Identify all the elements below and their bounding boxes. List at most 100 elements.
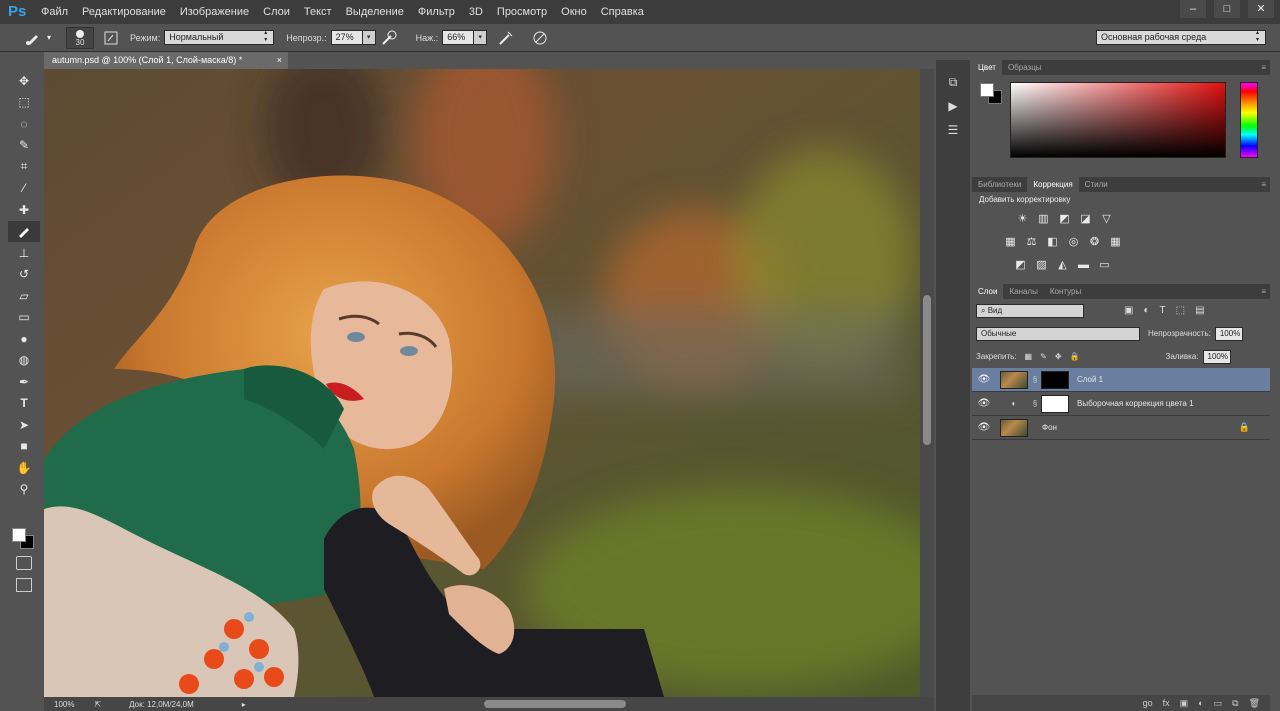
threshold-icon[interactable]: ◭ — [1052, 255, 1073, 274]
workspace-dropdown[interactable]: Основная рабочая среда — [1096, 30, 1266, 45]
tab-color[interactable]: Цвет — [972, 60, 1002, 75]
vertical-scroll-thumb[interactable] — [923, 295, 931, 445]
properties-panel-icon[interactable]: ☰ — [936, 118, 970, 142]
zoom-tool-icon[interactable]: ⚲ — [8, 479, 40, 501]
pressure-size-icon[interactable] — [529, 27, 551, 49]
new-group-icon[interactable]: ▭ — [1214, 698, 1223, 709]
airbrush-icon[interactable] — [378, 27, 400, 49]
add-mask-icon[interactable]: ▣ — [1180, 698, 1189, 709]
history-panel-icon[interactable]: ⧉ — [936, 70, 970, 94]
tab-styles[interactable]: Стили — [1079, 177, 1114, 192]
marquee-tool-icon[interactable]: ⬚ — [8, 92, 40, 114]
close-document-icon[interactable]: × — [277, 52, 282, 69]
dodge-tool-icon[interactable]: ◍ — [8, 350, 40, 372]
layer-opacity-input[interactable]: 100% — [1214, 326, 1243, 341]
flow-input[interactable]: 66% — [442, 30, 475, 45]
lock-position-icon[interactable]: ✥ — [1055, 352, 1062, 361]
move-tool-icon[interactable]: ✥ — [8, 70, 40, 92]
filter-type-icon[interactable]: T — [1160, 305, 1166, 316]
lock-transparent-icon[interactable]: ▦ — [1025, 352, 1033, 361]
crop-tool-icon[interactable]: ⌗ — [8, 156, 40, 178]
layer-row[interactable]: 👁 Фон 🔒 — [972, 416, 1270, 440]
layer-row[interactable]: 👁 ◐ § Выборочная коррекция цвета 1 — [972, 392, 1270, 416]
opacity-input[interactable]: 27% — [330, 30, 363, 45]
blur-tool-icon[interactable]: ● — [8, 328, 40, 350]
mode-dropdown[interactable]: Нормальный — [164, 30, 275, 45]
hue-slider[interactable] — [1240, 82, 1258, 158]
hue-saturation-icon[interactable]: ▦ — [1000, 232, 1021, 251]
layer-filter-dropdown[interactable]: ⌕ Вид — [976, 303, 1084, 318]
brightness-icon[interactable]: ☀ — [1012, 209, 1033, 228]
panel-menu-icon[interactable]: ≡ — [1261, 284, 1266, 299]
layer-name[interactable]: Выборочная коррекция цвета 1 — [1077, 399, 1194, 408]
brush-preset-arrow-icon[interactable]: ▾ — [44, 27, 54, 49]
menu-filter[interactable]: Фильтр — [411, 0, 462, 24]
minimize-button[interactable]: – — [1180, 0, 1206, 18]
layer-mask-thumbnail[interactable] — [1041, 370, 1069, 389]
history-brush-tool-icon[interactable]: ↺ — [8, 264, 40, 286]
brush-panel-icon[interactable] — [100, 27, 122, 49]
menu-file[interactable]: Файл — [34, 0, 75, 24]
visibility-eye-icon[interactable]: 👁 — [972, 374, 996, 385]
layer-fill-input[interactable]: 100% — [1202, 349, 1231, 364]
close-window-button[interactable]: ✕ — [1248, 0, 1274, 18]
export-icon[interactable]: ⇱ — [94, 700, 101, 709]
tab-paths[interactable]: Контуры — [1044, 284, 1087, 299]
layer-mask-thumbnail[interactable] — [1041, 394, 1069, 413]
new-layer-icon[interactable]: ⧉ — [1232, 698, 1238, 709]
brush-tool-icon[interactable] — [8, 220, 40, 242]
vibrance-icon[interactable]: ▽ — [1096, 209, 1117, 228]
fx-icon[interactable]: fx — [1163, 698, 1170, 708]
color-lookup-icon[interactable]: ▦ — [1105, 232, 1126, 251]
status-menu-arrow-icon[interactable]: ▸ — [242, 700, 246, 709]
gradient-map-icon[interactable]: ▬ — [1073, 255, 1094, 274]
layer-row[interactable]: 👁 § Слой 1 — [972, 368, 1270, 392]
menu-view[interactable]: Просмотр — [490, 0, 554, 24]
brush-size-picker[interactable]: 30 — [66, 26, 94, 49]
menu-text[interactable]: Текст — [297, 0, 339, 24]
lock-pixels-icon[interactable]: ✎ — [1040, 352, 1047, 361]
menu-image[interactable]: Изображение — [173, 0, 256, 24]
lasso-tool-icon[interactable]: ◌ — [8, 113, 40, 135]
color-field[interactable] — [1010, 82, 1226, 158]
menu-edit[interactable]: Редактирование — [75, 0, 173, 24]
photo-filter-icon[interactable]: ◎ — [1063, 232, 1084, 251]
black-white-icon[interactable]: ◧ — [1042, 232, 1063, 251]
path-select-tool-icon[interactable]: ➤ — [8, 414, 40, 436]
menu-layers[interactable]: Слои — [256, 0, 297, 24]
opacity-slider-arrow-icon[interactable]: ▾ — [362, 30, 376, 45]
visibility-eye-icon[interactable]: 👁 — [972, 422, 996, 433]
document-tab[interactable]: autumn.psd @ 100% (Слой 1, Слой-маска/8)… — [44, 52, 288, 69]
link-chain-icon[interactable]: § — [1031, 375, 1039, 384]
layer-name[interactable]: Фон — [1042, 423, 1057, 432]
visibility-eye-icon[interactable]: 👁 — [972, 398, 996, 409]
channel-mixer-icon[interactable]: ❂ — [1084, 232, 1105, 251]
posterize-icon[interactable]: ▨ — [1031, 255, 1052, 274]
selective-color-icon[interactable]: ▭ — [1094, 255, 1115, 274]
vertical-scrollbar[interactable] — [920, 69, 934, 697]
tab-layers[interactable]: Слои — [972, 284, 1004, 299]
delete-layer-icon[interactable]: 🗑 — [1249, 698, 1260, 709]
filter-pixel-icon[interactable]: ▣ — [1124, 305, 1133, 316]
maximize-button[interactable]: □ — [1214, 0, 1240, 18]
eraser-tool-icon[interactable]: ▱ — [8, 285, 40, 307]
curves-icon[interactable]: ◩ — [1054, 209, 1075, 228]
lock-all-icon[interactable]: 🔒 — [1070, 352, 1080, 361]
hand-tool-icon[interactable]: ✋ — [8, 457, 40, 479]
clone-stamp-tool-icon[interactable]: ⊥ — [8, 242, 40, 264]
screen-mode-icon[interactable] — [16, 578, 32, 592]
menu-help[interactable]: Справка — [594, 0, 651, 24]
link-chain-icon[interactable]: § — [1031, 399, 1039, 408]
color-swatches[interactable] — [12, 522, 38, 552]
gradient-tool-icon[interactable]: ▭ — [8, 307, 40, 329]
brush-preset-icon[interactable] — [22, 27, 44, 49]
panel-menu-icon[interactable]: ≡ — [1261, 60, 1266, 75]
quick-mask-icon[interactable] — [16, 556, 32, 570]
rectangle-tool-icon[interactable]: ■ — [8, 436, 40, 458]
flow-slider-arrow-icon[interactable]: ▾ — [474, 30, 488, 45]
tab-channels[interactable]: Каналы — [1003, 284, 1043, 299]
color-balance-icon[interactable]: ⚖ — [1021, 232, 1042, 251]
healing-brush-tool-icon[interactable]: ✚ — [8, 199, 40, 221]
invert-icon[interactable]: ◩ — [1010, 255, 1031, 274]
filter-adjustment-icon[interactable]: ◐ — [1143, 305, 1149, 316]
